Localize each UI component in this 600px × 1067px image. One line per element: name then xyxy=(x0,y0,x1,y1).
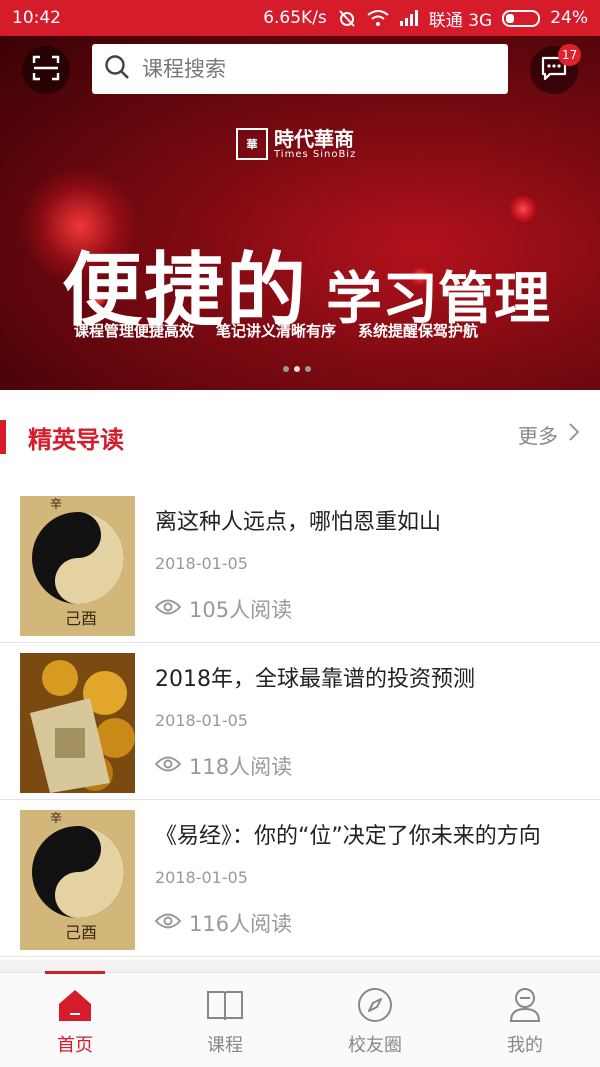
chevron-right-icon xyxy=(568,422,580,447)
brand-logo: 華 時代華商 Times SinoBiz xyxy=(236,128,356,160)
bottom-tab-bar: 首页 课程 校友圈 我的 xyxy=(0,971,600,1067)
section-accent-bar xyxy=(0,420,6,454)
article-thumbnail xyxy=(20,653,135,793)
banner-taglines: 课程管理便捷高效 笔记讲义清晰有序 系统提醒保驾护航 xyxy=(74,320,478,341)
article-date: 2018-01-05 xyxy=(155,868,248,887)
tagline-item: 笔记讲义清晰有序 xyxy=(216,322,337,340)
logo-seal: 華 xyxy=(236,128,268,160)
battery-level: 24% xyxy=(550,8,588,28)
pager-dot-active xyxy=(294,366,300,372)
read-count: 105人阅读 xyxy=(189,598,293,622)
more-label: 更多 xyxy=(518,424,558,448)
section-header: 精英导读 更多 xyxy=(0,414,600,460)
profile-icon xyxy=(505,985,545,1025)
tab-home[interactable]: 首页 xyxy=(0,971,150,1067)
featured-section: 精英导读 更多 己酉 辛 离这种人远点，哪怕恩重如山 2018-01-05 10… xyxy=(0,390,600,960)
signal-icon xyxy=(399,10,419,26)
scan-button[interactable] xyxy=(22,46,70,94)
search-input[interactable] xyxy=(142,57,482,81)
pager-dot xyxy=(283,366,289,372)
article-reads: 116人阅读 xyxy=(154,908,293,938)
article-item[interactable]: 己酉 辛 《易经》：你的“位”决定了你未来的方向 2018-01-05 116人… xyxy=(0,800,600,957)
svg-text:己酉: 己酉 xyxy=(65,923,97,942)
tagline-item: 系统提醒保驾护航 xyxy=(358,322,479,340)
eye-icon xyxy=(154,911,182,935)
tab-profile[interactable]: 我的 xyxy=(450,973,600,1067)
article-date: 2018-01-05 xyxy=(155,711,248,730)
article-item[interactable]: 2018年，全球最靠谱的投资预测 2018-01-05 118人阅读 xyxy=(0,643,600,800)
carrier-label: 联通 3G xyxy=(428,10,493,31)
svg-text:己酉: 己酉 xyxy=(65,609,97,628)
article-title: 2018年，全球最靠谱的投资预测 xyxy=(155,667,475,692)
message-badge: 17 xyxy=(558,44,582,66)
tab-alumni[interactable]: 校友圈 xyxy=(300,973,450,1067)
banner-orb xyxy=(510,196,536,222)
active-tab-indicator xyxy=(45,971,105,974)
article-list: 己酉 辛 离这种人远点，哪怕恩重如山 2018-01-05 105人阅读 201… xyxy=(0,486,600,957)
more-link[interactable]: 更多 xyxy=(518,420,580,449)
article-thumbnail: 己酉 辛 xyxy=(20,810,135,950)
status-time: 10:42 xyxy=(12,8,61,28)
svg-text:辛: 辛 xyxy=(50,811,62,825)
tab-label: 校友圈 xyxy=(348,1035,402,1056)
eye-icon xyxy=(154,597,182,621)
article-item[interactable]: 己酉 辛 离这种人远点，哪怕恩重如山 2018-01-05 105人阅读 xyxy=(0,486,600,643)
tab-label: 首页 xyxy=(57,1035,93,1056)
svg-text:辛: 辛 xyxy=(50,497,62,511)
article-title: 离这种人远点，哪怕恩重如山 xyxy=(155,510,442,535)
wifi-icon xyxy=(367,9,389,27)
article-thumbnail: 己酉 辛 xyxy=(20,496,135,636)
status-bar: 10:42 6.65K/s 联通 3G 24% xyxy=(0,0,600,36)
banner-pager xyxy=(283,366,311,372)
tab-label: 我的 xyxy=(507,1035,543,1056)
article-title: 《易经》：你的“位”决定了你未来的方向 xyxy=(155,824,541,849)
tab-courses[interactable]: 课程 xyxy=(150,973,300,1067)
read-count: 116人阅读 xyxy=(189,912,293,936)
tab-label: 课程 xyxy=(207,1035,243,1056)
logo-name: 時代華商 xyxy=(274,126,354,151)
scan-icon xyxy=(32,55,60,85)
section-title: 精英导读 xyxy=(28,426,124,454)
battery-icon xyxy=(502,9,541,27)
compass-icon xyxy=(355,985,395,1025)
article-date: 2018-01-05 xyxy=(155,554,248,573)
alarm-off-icon xyxy=(337,8,357,28)
search-box[interactable] xyxy=(92,44,508,94)
article-reads: 105人阅读 xyxy=(154,594,293,624)
tagline-item: 课程管理便捷高效 xyxy=(74,322,195,340)
home-icon xyxy=(55,985,95,1025)
book-icon xyxy=(205,985,245,1025)
pager-dot xyxy=(305,366,311,372)
search-icon xyxy=(104,54,130,84)
eye-icon xyxy=(154,754,182,778)
read-count: 118人阅读 xyxy=(189,755,293,779)
network-speed: 6.65K/s xyxy=(263,8,327,28)
article-reads: 118人阅读 xyxy=(154,751,293,781)
logo-subtitle: Times SinoBiz xyxy=(274,148,357,160)
